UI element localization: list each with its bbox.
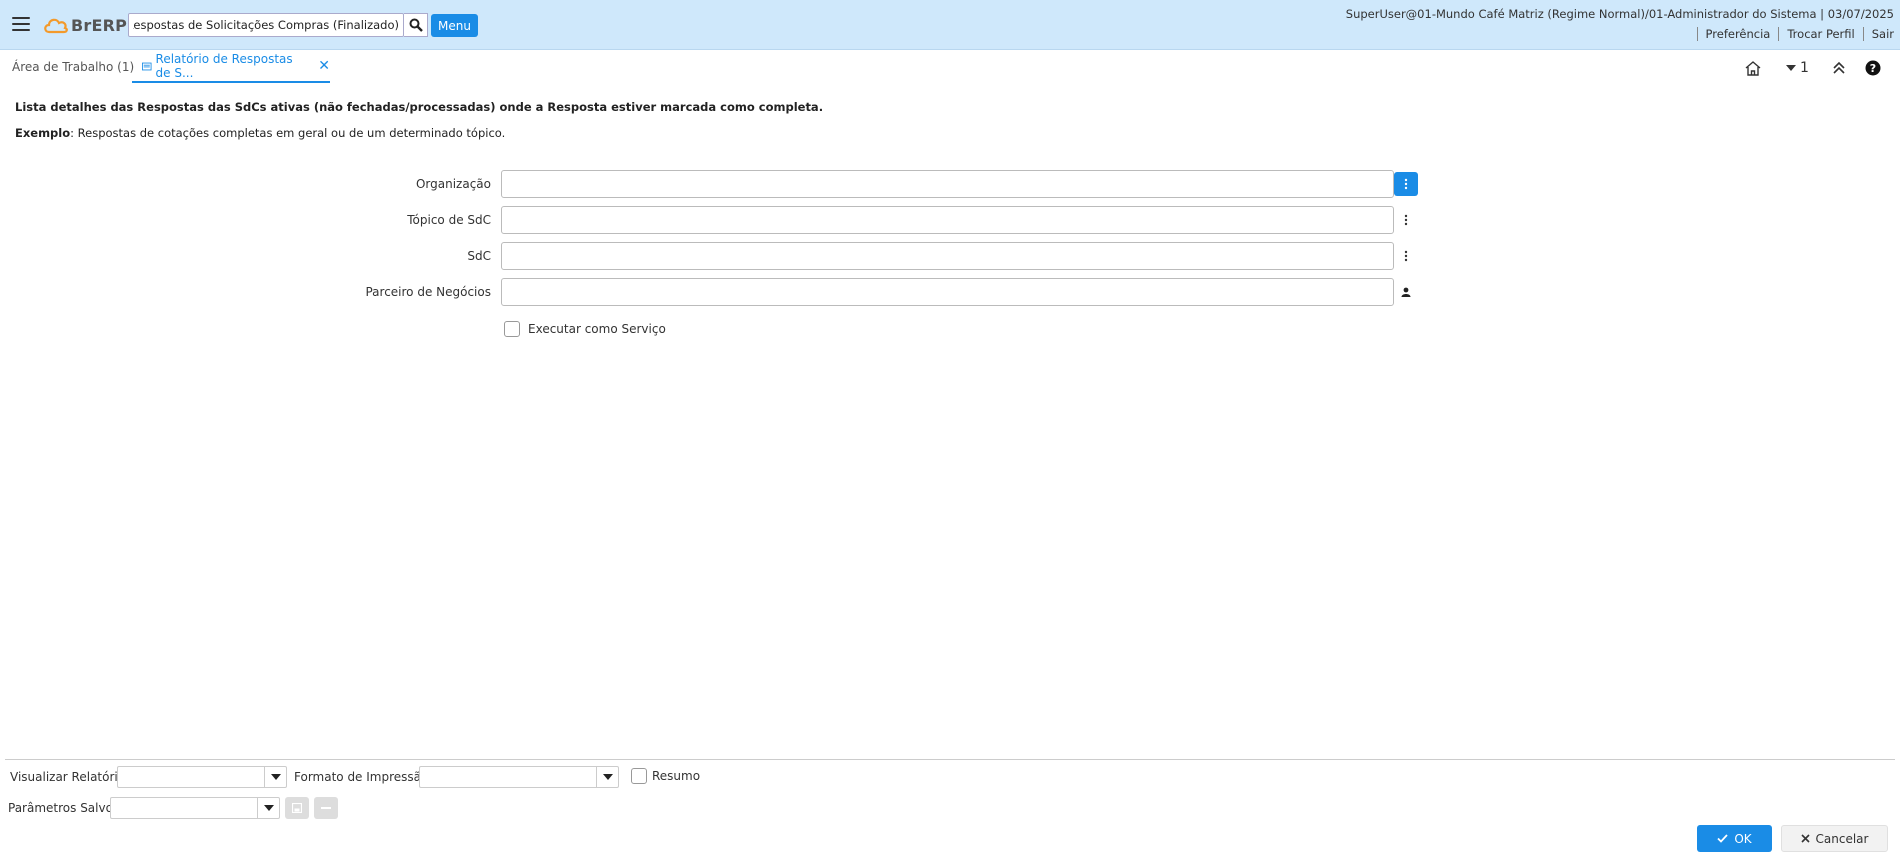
ok-label: OK bbox=[1734, 831, 1752, 846]
vertical-dots-icon bbox=[1404, 250, 1408, 262]
cloud-logo-icon bbox=[44, 18, 68, 34]
logo-text: BrERP bbox=[71, 15, 128, 35]
print-format-label: Formato de Impressão bbox=[294, 770, 429, 784]
menu-search-box[interactable] bbox=[128, 13, 404, 37]
cancel-button[interactable]: Cancelar bbox=[1781, 825, 1888, 852]
footer-divider bbox=[5, 759, 1895, 760]
process-example: Exemplo: Respostas de cotações completas… bbox=[15, 126, 505, 140]
field-rfq-topic-row: Tópico de SdC bbox=[0, 206, 1900, 234]
saved-params-label: Parâmetros Salvos bbox=[8, 801, 120, 815]
minus-icon bbox=[321, 807, 331, 809]
save-params-button[interactable] bbox=[285, 797, 309, 819]
caret-down-icon bbox=[263, 805, 274, 811]
menu-search-input[interactable] bbox=[129, 14, 403, 36]
search-icon bbox=[409, 18, 423, 32]
business-partner-label: Parceiro de Negócios bbox=[365, 285, 491, 299]
tab-work-area[interactable]: Área de Trabalho (1) bbox=[12, 51, 134, 83]
organization-more-button[interactable] bbox=[1394, 172, 1418, 196]
print-format-combobox[interactable] bbox=[419, 766, 619, 788]
summary-label: Resumo bbox=[652, 769, 701, 783]
view-report-label: Visualizar Relatório bbox=[10, 770, 126, 784]
delete-params-button[interactable] bbox=[314, 797, 338, 819]
run-as-service-row: Executar como Serviço bbox=[504, 321, 666, 337]
save-icon bbox=[292, 803, 302, 813]
ok-button[interactable]: OK bbox=[1697, 825, 1772, 852]
organization-input[interactable] bbox=[501, 170, 1394, 198]
hamburger-menu-icon[interactable] bbox=[12, 17, 30, 31]
collapse-icon[interactable] bbox=[1830, 59, 1848, 77]
example-text: : Respostas de cotações completas em ger… bbox=[70, 126, 506, 140]
user-links: Preferência Trocar Perfil Sair bbox=[1696, 27, 1894, 41]
view-report-dropdown-arrow[interactable] bbox=[264, 767, 286, 787]
field-rfq-row: SdC bbox=[0, 242, 1900, 270]
business-partner-button[interactable] bbox=[1394, 280, 1418, 304]
search-button[interactable] bbox=[404, 13, 428, 37]
tab-report-label: Relatório de Respostas de S... bbox=[155, 52, 293, 80]
preferences-link[interactable]: Preferência bbox=[1696, 27, 1779, 41]
close-icon bbox=[1800, 834, 1810, 843]
caret-down-icon bbox=[1786, 64, 1796, 71]
summary-checkbox[interactable] bbox=[631, 768, 647, 784]
rfq-topic-input[interactable] bbox=[501, 206, 1394, 234]
caret-down-icon bbox=[602, 774, 613, 780]
home-icon[interactable] bbox=[1744, 59, 1762, 77]
check-icon bbox=[1717, 834, 1728, 843]
close-tab-icon[interactable]: ✕ bbox=[318, 58, 330, 74]
tab-report[interactable]: Relatório de Respostas de S... ✕ bbox=[132, 51, 330, 83]
header-bar: BrERP Menu SuperUser@01-Mundo Café Matri… bbox=[0, 0, 1900, 50]
saved-params-combobox[interactable] bbox=[110, 797, 280, 819]
brerp-logo: BrERP bbox=[42, 12, 127, 38]
vertical-dots-icon bbox=[1404, 214, 1408, 226]
organization-label: Organização bbox=[415, 177, 491, 191]
field-organization-row: Organização bbox=[0, 170, 1900, 198]
rfq-input[interactable] bbox=[501, 242, 1394, 270]
user-info: SuperUser@01-Mundo Café Matriz (Regime N… bbox=[1345, 7, 1894, 21]
menu-button[interactable]: Menu bbox=[431, 14, 478, 37]
rfq-label: SdC bbox=[467, 249, 491, 263]
rfq-more-button[interactable] bbox=[1394, 244, 1418, 268]
switch-profile-link[interactable]: Trocar Perfil bbox=[1778, 27, 1862, 41]
tab-bar: Área de Trabalho (1) Relatório de Respos… bbox=[0, 51, 1900, 83]
saved-params-dropdown-arrow[interactable] bbox=[257, 798, 279, 818]
process-description: Lista detalhes das Respostas das SdCs at… bbox=[15, 100, 824, 114]
svg-text:?: ? bbox=[1870, 62, 1876, 75]
print-format-dropdown-arrow[interactable] bbox=[596, 767, 618, 787]
vertical-dots-icon bbox=[1404, 178, 1408, 190]
view-report-combobox[interactable] bbox=[117, 766, 287, 788]
rfq-topic-more-button[interactable] bbox=[1394, 208, 1418, 232]
logout-link[interactable]: Sair bbox=[1862, 27, 1894, 41]
rfq-topic-label: Tópico de SdC bbox=[407, 213, 491, 227]
person-icon bbox=[1401, 287, 1411, 297]
run-as-service-checkbox[interactable] bbox=[504, 321, 520, 337]
window-nav-dropdown[interactable]: 1 bbox=[1786, 60, 1809, 76]
example-label: Exemplo bbox=[15, 126, 71, 140]
caret-down-icon bbox=[270, 774, 281, 780]
run-as-service-label: Executar como Serviço bbox=[528, 322, 666, 336]
cancel-label: Cancelar bbox=[1815, 831, 1869, 846]
report-icon bbox=[142, 62, 152, 70]
window-count: 1 bbox=[1800, 60, 1809, 76]
business-partner-input[interactable] bbox=[501, 278, 1394, 306]
help-icon[interactable]: ? bbox=[1864, 59, 1882, 77]
field-business-partner-row: Parceiro de Negócios bbox=[0, 278, 1900, 306]
